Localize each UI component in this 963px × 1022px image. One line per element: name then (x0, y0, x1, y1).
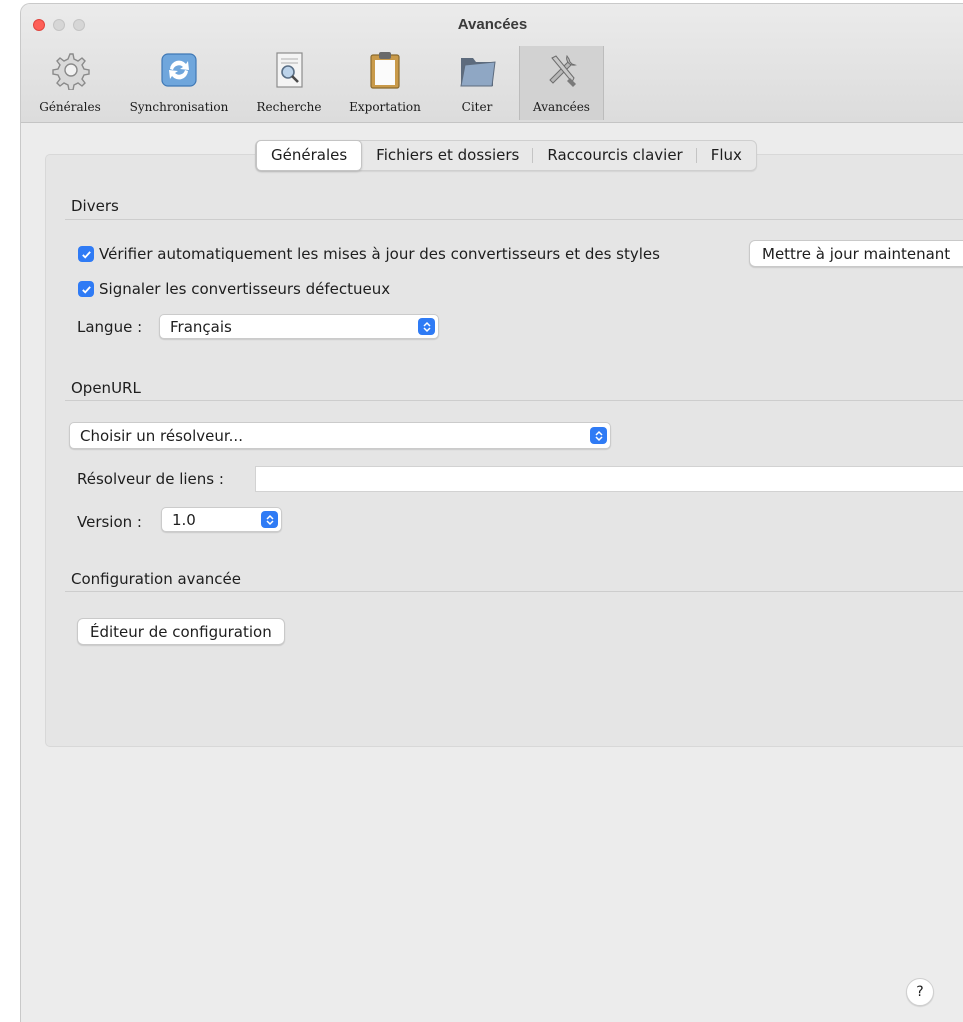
toolbar-item-avancees[interactable]: Avancées (519, 46, 604, 120)
divider (65, 219, 963, 220)
up-down-arrows-icon (261, 511, 278, 528)
version-select[interactable]: 1.0 (161, 507, 282, 532)
section-title-advanced-config: Configuration avancée (71, 570, 241, 588)
toolbar-label: Exportation (349, 100, 421, 114)
version-label: Version : (77, 513, 142, 531)
tab-generales[interactable]: Générales (256, 140, 363, 171)
config-editor-button[interactable]: Éditeur de configuration (77, 618, 285, 645)
checkmark-icon (81, 285, 91, 294)
toolbar-label: Synchronisation (129, 100, 229, 114)
toolbar-label: Citer (461, 100, 493, 114)
toolbar-item-exportation[interactable]: Exportation (339, 46, 431, 120)
help-button[interactable]: ? (906, 978, 934, 1006)
section-title-openurl: OpenURL (71, 379, 141, 397)
toolbar-label: Générales (39, 100, 101, 114)
window-title: Avancées (457, 16, 528, 33)
auto-update-checkbox[interactable] (78, 246, 94, 262)
segmented-tabs: Générales Fichiers et dossiers Raccourci… (255, 140, 757, 171)
link-resolver-input[interactable] (255, 466, 963, 492)
checkmark-icon (81, 250, 91, 259)
preferences-window: Avancées Générales Synchronisation Reche… (20, 3, 963, 1022)
tools-icon (548, 54, 577, 87)
divider (65, 400, 963, 401)
report-label[interactable]: Signaler les convertisseurs défectueux (99, 280, 390, 298)
version-value: 1.0 (172, 511, 196, 529)
language-value: Français (170, 318, 232, 336)
sync-icon (161, 53, 197, 87)
divider (65, 591, 963, 592)
toolbar-label: Avancées (533, 100, 590, 114)
report-checkbox[interactable] (78, 281, 94, 297)
toolbar-item-synchronisation[interactable]: Synchronisation (117, 46, 241, 120)
toolbar-label: Recherche (256, 100, 322, 114)
folder-icon (460, 58, 496, 87)
auto-update-label[interactable]: Vérifier automatiquement les mises à jou… (99, 245, 660, 263)
search-document-icon (276, 52, 303, 88)
language-select[interactable]: Français (159, 314, 439, 339)
up-down-arrows-icon (418, 318, 435, 335)
gear-icon (52, 53, 90, 90)
resolver-select-value: Choisir un résolveur... (80, 427, 243, 445)
tab-raccourcis-clavier[interactable]: Raccourcis clavier (533, 141, 698, 170)
report-row: Signaler les convertisseurs défectueux (78, 280, 390, 298)
auto-update-row: Vérifier automatiquement les mises à jou… (78, 245, 660, 263)
tab-fichiers-et-dossiers[interactable]: Fichiers et dossiers (362, 141, 534, 170)
toolbar-item-recherche[interactable]: Recherche (249, 46, 329, 120)
tab-flux[interactable]: Flux (697, 141, 756, 170)
toolbar-item-citer[interactable]: Citer (445, 46, 509, 120)
link-resolver-label: Résolveur de liens : (77, 470, 224, 488)
resolver-select[interactable]: Choisir un résolveur... (69, 422, 611, 449)
section-title-divers: Divers (71, 197, 119, 215)
clipboard-icon (370, 52, 400, 89)
title-bar: Avancées Générales Synchronisation Reche… (21, 4, 963, 123)
up-down-arrows-icon (590, 427, 607, 444)
toolbar-item-generales[interactable]: Générales (29, 46, 111, 120)
update-now-button[interactable]: Mettre à jour maintenant (749, 240, 963, 267)
language-label: Langue : (77, 318, 143, 336)
